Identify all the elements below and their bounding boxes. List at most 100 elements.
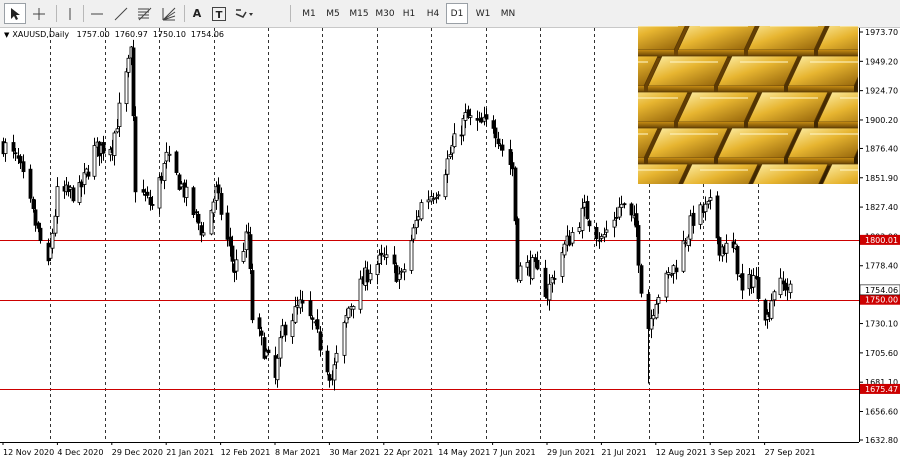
candle [349, 303, 354, 317]
candle-body-bearish [21, 161, 26, 173]
candle [740, 263, 745, 300]
candle-body-bearish [230, 245, 235, 262]
candle [475, 110, 480, 131]
candle-body-bullish [443, 174, 448, 198]
candle-body-bearish [250, 270, 255, 321]
candle [133, 106, 138, 203]
candle-body-bearish [308, 300, 313, 317]
candle [706, 200, 711, 209]
time-tick-label: 27 Sep 2021 [765, 448, 816, 457]
candle-body-bullish [377, 254, 382, 264]
candle-body-bullish [117, 102, 122, 128]
candle-body-bullish [414, 219, 419, 229]
candle-body-bullish [617, 206, 622, 218]
price-tick-label: 1778.40 [865, 262, 898, 271]
candle [594, 222, 599, 247]
candle-body-bullish [55, 186, 60, 217]
candle-body-bearish [535, 259, 540, 270]
candle [250, 263, 255, 324]
candle-body-bullish [293, 306, 298, 323]
candle-body-bullish [358, 278, 363, 310]
candle [735, 244, 740, 281]
gold-bars-image [638, 26, 858, 184]
candle-body-bearish [79, 181, 84, 188]
price-tick-label: 1730.10 [865, 320, 898, 329]
candle [248, 226, 253, 274]
candle [703, 196, 708, 221]
candle [617, 197, 622, 221]
candle-body-bullish [411, 227, 416, 240]
candle-body-bearish [365, 269, 370, 283]
candle [244, 224, 249, 258]
candle-body-bearish [493, 127, 498, 139]
candle-body-bullish [688, 215, 693, 240]
candle-body-bearish [597, 239, 602, 242]
candle-body-bearish [735, 246, 740, 275]
candle [402, 263, 407, 281]
time-tick-label: 12 Nov 2020 [3, 448, 54, 457]
candle-body-bullish [431, 198, 436, 201]
candle-body-bullish [463, 112, 468, 121]
candle [101, 135, 106, 161]
price-level-tag: 1675.47 [860, 383, 900, 394]
candle [717, 236, 722, 262]
price-tick-label: 1949.20 [865, 57, 898, 66]
time-tick-label: 12 Feb 2021 [221, 448, 271, 457]
candle [368, 264, 373, 285]
ohlc-high: 1760.97 [114, 30, 148, 39]
time-tick-label: 7 Jun 2021 [493, 448, 536, 457]
ohlc-low: 1750.10 [152, 30, 186, 39]
candle-body-bearish [646, 293, 651, 329]
candle-body-bullish [468, 115, 473, 118]
candle-body-bullish [560, 252, 565, 277]
candle [484, 107, 489, 127]
candle [219, 187, 224, 221]
candle-body-bullish [703, 203, 708, 213]
candle-body-bearish [543, 267, 548, 297]
candle [639, 263, 644, 298]
candle [452, 123, 457, 149]
candle-body-bullish [461, 118, 466, 136]
candle [708, 189, 713, 210]
candle [698, 202, 703, 230]
candle [77, 175, 82, 206]
candle-body-bearish [717, 237, 722, 256]
candle-body-bullish [332, 364, 337, 381]
candle-body-bearish [266, 349, 271, 354]
candle [525, 255, 530, 276]
candle-body-bullish [124, 71, 129, 105]
candle [429, 191, 434, 204]
candle-body-bullish [570, 232, 575, 244]
candle-body-bearish [219, 193, 224, 215]
candle-body-bullish [290, 320, 295, 337]
candle-body-bearish [785, 286, 790, 291]
candle [411, 223, 416, 243]
candle-body-bullish [582, 202, 587, 208]
candle-body-bearish [479, 117, 484, 123]
candle-body-bearish [228, 236, 233, 247]
candle-body-bullish [157, 177, 162, 209]
time-tick-label: 29 Jun 2021 [547, 448, 595, 457]
candle-body-bullish [698, 204, 703, 225]
candle [629, 202, 634, 222]
candle-body-bullish [342, 322, 347, 356]
symbol-dropdown-icon[interactable]: ▼ [4, 31, 9, 39]
candle [567, 230, 572, 247]
candle-body-bearish [327, 374, 332, 381]
candle [535, 251, 540, 271]
candle-body-bullish [162, 163, 167, 181]
candle-body-bearish [756, 277, 761, 299]
candle-body-bearish [491, 120, 496, 129]
candle-body-bullish [82, 172, 87, 185]
candle-body-bullish [416, 216, 421, 221]
candle-body-bearish [101, 142, 106, 154]
candle [751, 268, 756, 294]
candle [691, 205, 696, 234]
candle-body-bullish [664, 272, 669, 298]
candle [431, 192, 436, 205]
candle-body-bullish [612, 219, 617, 228]
price-level-label: 1800.01 [865, 236, 898, 245]
candle-body-bearish [315, 319, 320, 330]
candle [674, 259, 679, 280]
candle [11, 134, 16, 159]
